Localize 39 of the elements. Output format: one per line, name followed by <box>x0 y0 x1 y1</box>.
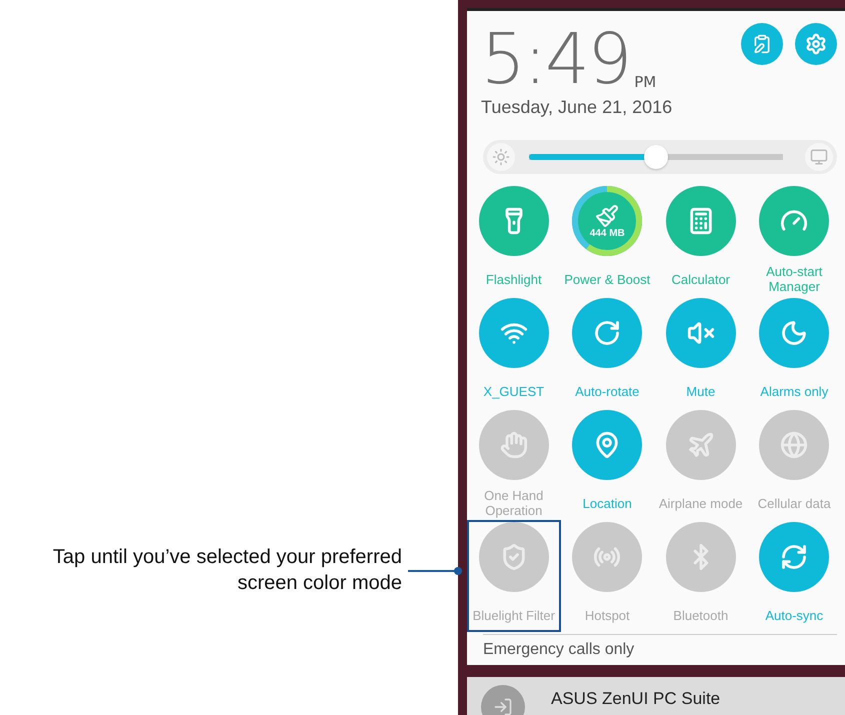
memory-reading: 444 MB <box>590 228 625 239</box>
slider-thumb[interactable] <box>644 145 668 170</box>
clock-time: 5:49 <box>481 23 630 95</box>
toggle-label: Hotspot <box>584 606 630 625</box>
toggle-label: Calculator <box>671 270 730 289</box>
clock-date: Tuesday, June 21, 2016 <box>481 97 672 118</box>
toggle-label: Cellular data <box>758 494 831 513</box>
toggle-label: Auto-start Manager <box>765 264 824 294</box>
airplane-icon <box>686 431 715 460</box>
sync-icon <box>780 543 808 572</box>
toggle-label: Auto-sync <box>765 606 824 625</box>
status-text: Emergency calls only <box>482 640 636 660</box>
edit-icon <box>752 34 772 54</box>
settings-button[interactable] <box>795 23 837 65</box>
toggle-label: One Hand Operation <box>483 488 544 518</box>
brightness-icon <box>487 143 515 172</box>
toggle-label: Airplane mode <box>658 494 743 513</box>
edit-button[interactable] <box>741 23 783 65</box>
globe-icon <box>780 431 808 460</box>
toggle-label: Auto-rotate <box>575 382 640 401</box>
toggle-label: Flashlight <box>486 270 542 289</box>
hand-icon <box>500 431 528 460</box>
toggle-label: Mute <box>686 382 716 401</box>
clock-meridiem: PM <box>634 73 656 91</box>
rotate-icon <box>593 319 622 348</box>
toggle-label: X_GUEST <box>483 382 544 401</box>
memory-ring-drawing <box>572 186 642 256</box>
brush-icon <box>595 204 620 228</box>
settings-icon <box>805 33 827 55</box>
moon-icon <box>780 319 808 348</box>
toggle-label: Bluetooth <box>673 606 728 625</box>
toggle-label: Alarms only <box>760 382 828 401</box>
callout-text: Tap until you’ve selected your preferred screen color mode <box>52 545 402 596</box>
toggle-label: Location <box>582 494 632 513</box>
toggle-label: Power & Boost <box>564 270 650 289</box>
notification-card[interactable]: ASUS ZenUI PC Suite <box>467 677 845 715</box>
toggle-label: Bluelight Filter <box>472 606 555 625</box>
auto-brightness-icon[interactable] <box>805 143 833 172</box>
notification-title: ASUS ZenUI PC Suite <box>551 689 720 709</box>
